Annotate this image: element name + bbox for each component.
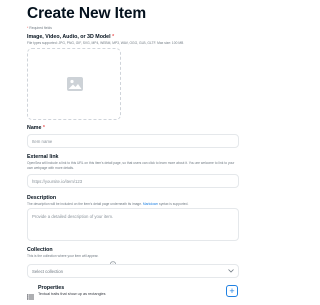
required-note: * Required fields — [27, 26, 52, 30]
collection-select[interactable]: Select collection — [27, 264, 239, 278]
media-help-text: File types supported: JPG, PNG, GIF, SVG… — [27, 41, 184, 45]
media-dropzone[interactable] — [27, 48, 121, 120]
collection-help-text: This is the collection where your item w… — [27, 254, 99, 258]
external-link-input[interactable] — [27, 174, 239, 188]
description-help-text: The description will be included on the … — [27, 202, 239, 207]
required-note-text: Required fields — [29, 26, 52, 30]
description-help-suffix: syntax is supported. — [158, 202, 189, 206]
image-icon — [67, 77, 83, 96]
description-textarea[interactable] — [27, 208, 239, 241]
collection-selected-value: Select collection — [32, 268, 64, 274]
description-help-prefix: The description will be included on the … — [27, 202, 143, 206]
properties-row: Properties Textual traits that show up a… — [27, 284, 241, 300]
markdown-link[interactable]: Markdown — [143, 202, 158, 206]
description-label: Description — [27, 195, 57, 201]
external-link-label: External link — [27, 154, 59, 160]
name-label-text: Name — [27, 125, 42, 131]
collection-label: Collection — [27, 247, 53, 253]
media-label-text: Image, Video, Audio, or 3D Model — [27, 34, 111, 40]
media-label: Image, Video, Audio, or 3D Model * — [27, 34, 114, 40]
required-asterisk: * — [42, 125, 45, 131]
required-asterisk: * — [112, 34, 115, 40]
page-title: Create New Item — [27, 5, 147, 22]
chevron-down-icon — [228, 268, 234, 274]
name-input[interactable] — [27, 134, 239, 148]
properties-description: Textual traits that show up as rectangle… — [38, 292, 106, 296]
list-icon — [27, 287, 34, 305]
add-properties-button[interactable]: + — [226, 285, 238, 297]
name-label: Name * — [27, 125, 45, 131]
properties-title: Properties — [38, 285, 65, 291]
external-link-help-text: OpenSea will include a link to this URL … — [27, 161, 235, 170]
